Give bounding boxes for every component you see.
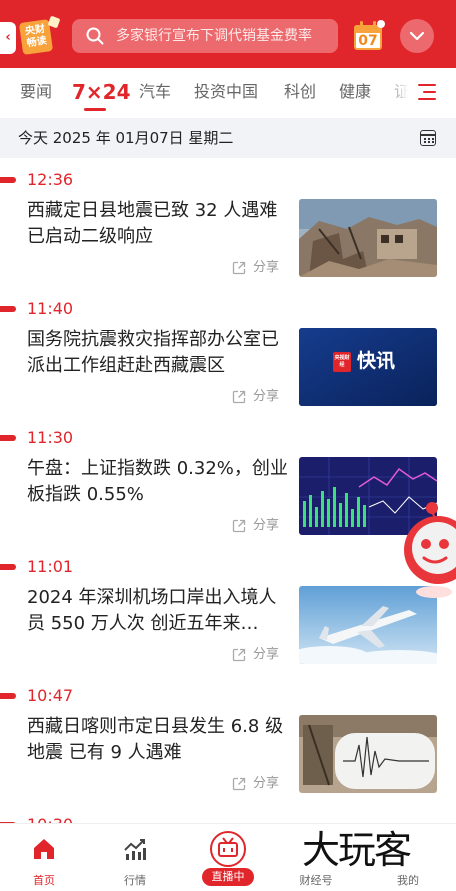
date-picker-icon[interactable] <box>420 130 436 146</box>
expand-menu-button[interactable] <box>400 19 434 53</box>
tabs-fade <box>384 68 408 116</box>
calendar-day: 07 <box>358 33 378 49</box>
tab-sci-tech[interactable]: 科创 <box>284 68 316 116</box>
kuaixun-badge: 央视财经 <box>334 355 350 368</box>
nav-label: 我的 <box>397 874 419 887</box>
calendar-ring <box>360 21 363 28</box>
home-icon <box>34 839 54 859</box>
share-icon <box>232 777 246 791</box>
nav-label: 财经号 <box>299 874 333 887</box>
share-icon <box>232 648 246 662</box>
share-label: 分享 <box>253 518 280 533</box>
nav-live[interactable]: 直播中 <box>188 824 268 891</box>
menu-icon-line <box>423 91 436 93</box>
search-icon <box>86 27 104 45</box>
news-title[interactable]: 2024 年深圳机场口岸出入境人员 550 万人次 创近五年来… <box>27 585 289 637</box>
news-title[interactable]: 国务院抗震救灾指挥部办公室已派出工作组赶赴西藏震区 <box>27 327 289 379</box>
news-item[interactable]: 12:36 西藏定日县地震已致 32 人遇难已启动二级响应 分享 <box>0 158 456 288</box>
nav-market[interactable]: 行情 <box>95 824 175 891</box>
timeline-marker <box>0 177 16 183</box>
menu-icon <box>418 84 436 86</box>
news-time: 11:01 <box>27 557 74 576</box>
news-time: 10:30 <box>27 813 73 823</box>
channel-tabs: 要闻 7×24 汽车 投资中国 科创 健康 证 <box>0 68 456 116</box>
share-icon <box>232 261 246 275</box>
logo-text: 央财 畅读 <box>24 23 48 50</box>
nav-label: 首页 <box>33 874 55 887</box>
tv-live-icon <box>210 831 246 867</box>
news-time: 12:36 <box>27 170 74 189</box>
share-label: 分享 <box>253 776 280 791</box>
seismograph-image <box>299 715 437 793</box>
search-placeholder: 多家银行宣布下调代销基金费率 <box>116 28 312 44</box>
floating-mascot[interactable] <box>398 500 456 600</box>
current-date: 今天 2025 年 01月07日 星期二 <box>18 129 234 147</box>
market-chart-icon <box>124 839 146 860</box>
timeline-marker <box>0 435 16 441</box>
timeline-marker <box>0 564 16 570</box>
share-icon <box>232 390 246 404</box>
news-title[interactable]: 西藏日喀则市定日县发生 6.8 级地震 已有 9 人遇难 <box>27 714 289 766</box>
back-button[interactable]: ‹ <box>0 22 16 54</box>
nav-home[interactable]: 首页 <box>4 824 84 891</box>
tab-health[interactable]: 健康 <box>339 68 371 116</box>
tab-yaowen[interactable]: 要闻 <box>20 68 52 116</box>
news-time: 10:47 <box>27 686 74 705</box>
news-time: 11:40 <box>27 299 74 318</box>
news-title[interactable]: 午盘：上证指数跌 0.32%，创业板指跌 0.55% <box>27 456 289 508</box>
share-icon <box>232 519 246 533</box>
menu-icon-line <box>418 98 436 100</box>
tab-auto[interactable]: 汽车 <box>139 68 171 116</box>
nav-label: 行情 <box>124 874 146 887</box>
search-bar[interactable]: 多家银行宣布下调代销基金费率 <box>72 19 338 53</box>
date-bar: 今天 2025 年 01月07日 星期二 <box>0 118 456 158</box>
channel-menu-button[interactable] <box>408 68 456 116</box>
kuaixun-label: 快讯 <box>357 350 396 372</box>
watermark-logo: 大玩客 <box>302 828 412 872</box>
calendar-ring <box>373 21 376 28</box>
news-title[interactable]: 西藏定日县地震已致 32 人遇难已启动二级响应 <box>27 198 289 250</box>
share-label: 分享 <box>253 647 280 662</box>
timeline-marker <box>0 693 16 699</box>
news-item[interactable]: 11:01 2024 年深圳机场口岸出入境人员 550 万人次 创近五年来… 分… <box>0 545 456 675</box>
news-thumbnail[interactable]: 央视财经 快讯 <box>299 328 437 406</box>
timeline-marker <box>0 306 16 312</box>
share-label: 分享 <box>253 260 280 275</box>
news-time: 11:30 <box>27 428 74 447</box>
news-thumbnail[interactable] <box>299 715 437 793</box>
top-header: ‹ 央财 畅读 多家银行宣布下调代销基金费率 07 <box>0 0 456 68</box>
news-item[interactable]: 10:47 西藏日喀则市定日县发生 6.8 级地震 已有 9 人遇难 分享 <box>0 674 456 804</box>
news-thumbnail[interactable] <box>299 199 437 277</box>
share-label: 分享 <box>253 389 280 404</box>
news-item[interactable]: 11:30 午盘：上证指数跌 0.32%，创业板指跌 0.55% 分享 <box>0 416 456 546</box>
app-logo[interactable]: 央财 畅读 <box>17 15 61 57</box>
mascot-icon <box>404 502 456 598</box>
news-feed: 12:36 西藏定日县地震已致 32 人遇难已启动二级响应 分享 11:40 国… <box>0 158 456 823</box>
chevron-down-icon <box>409 31 425 41</box>
calendar-button[interactable]: 07 <box>352 20 385 52</box>
tab-invest-china[interactable]: 投资中国 <box>194 68 258 116</box>
live-badge: 直播中 <box>202 868 254 886</box>
earthquake-ruins-image <box>299 199 437 277</box>
tab-active-indicator <box>84 108 106 111</box>
notification-dot <box>377 20 385 28</box>
news-item[interactable]: 11:40 国务院抗震救灾指挥部办公室已派出工作组赶赴西藏震区 央视财经 快讯 … <box>0 287 456 417</box>
news-item[interactable]: 10:30 <box>0 803 456 823</box>
